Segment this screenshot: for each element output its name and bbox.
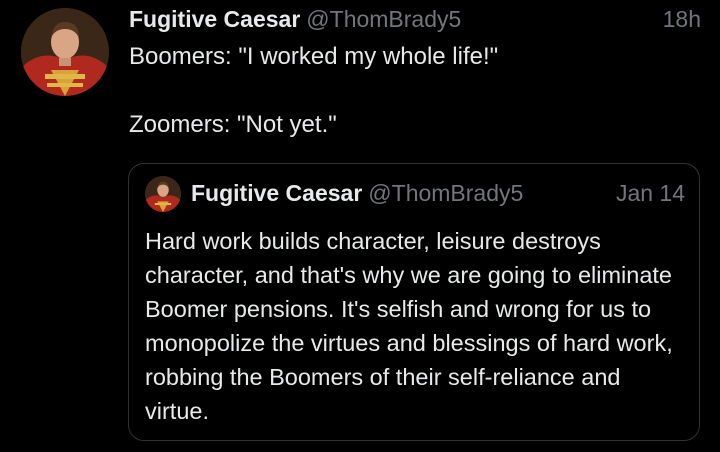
quoted-tweet-text: Hard work builds character, leisure dest… [145, 228, 673, 424]
author-handle[interactable]: @ThomBrady5 [306, 6, 461, 32]
quoted-author-avatar [145, 176, 181, 212]
tweet-timestamp[interactable]: 18h [663, 4, 701, 34]
quoted-author-handle: @ThomBrady5 [368, 180, 524, 206]
author-avatar[interactable] [21, 8, 109, 96]
tweet-header: Fugitive Caesar @ThomBrady5 18h [129, 4, 701, 34]
quoted-author-display-name: Fugitive Caesar [191, 180, 363, 206]
portrait-avatar-icon [21, 8, 109, 96]
portrait-avatar-icon [145, 176, 181, 212]
quoted-tweet-card[interactable]: Fugitive Caesar @ThomBrady5 Jan 14 Hard w… [128, 163, 700, 441]
quoted-tweet-timestamp: Jan 14 [615, 180, 685, 206]
tweet-text: Boomers: "I worked my whole life!" Zoome… [129, 43, 499, 138]
author-display-name[interactable]: Fugitive Caesar [129, 6, 300, 32]
quoted-tweet-header: Fugitive Caesar @ThomBrady5 Jan 14 [191, 178, 685, 208]
